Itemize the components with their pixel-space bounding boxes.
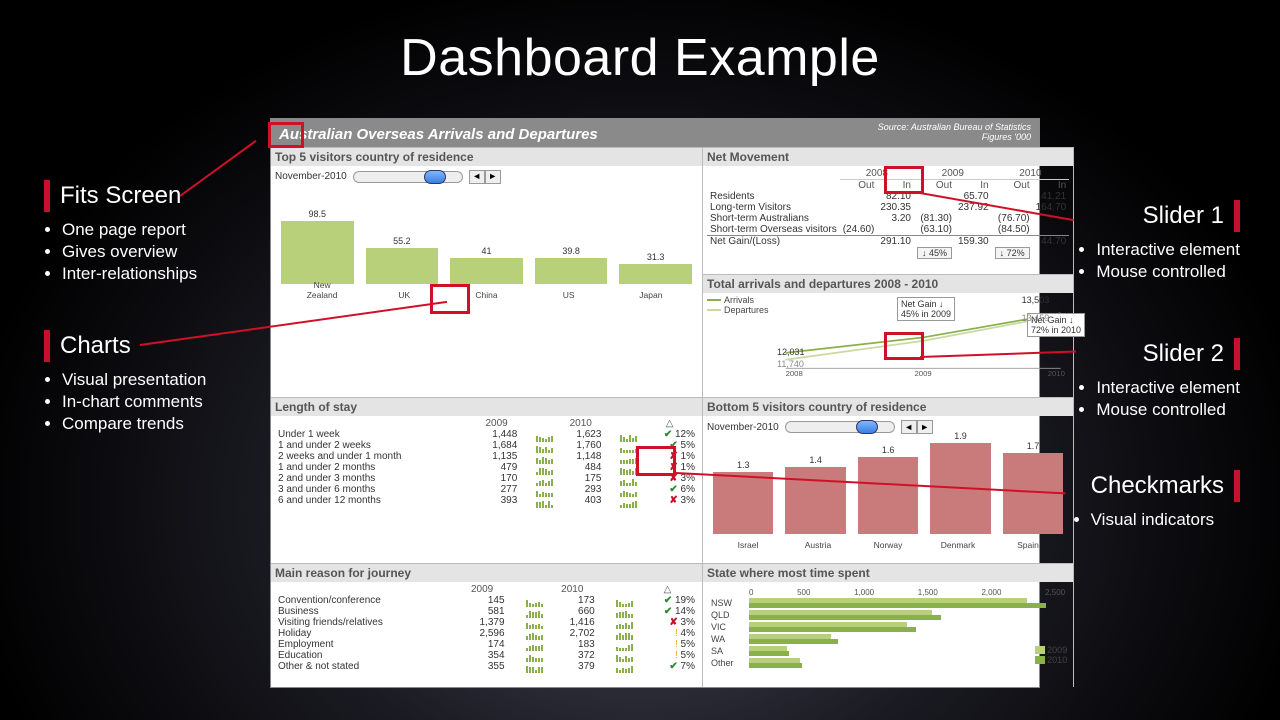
svg-text:2008: 2008 (786, 369, 803, 378)
state-legend: 2009 2010 (1035, 645, 1067, 665)
panel-net-movement: Net Movement 200820092010OutInOutInOutIn… (703, 147, 1074, 274)
bottom5-prev-button[interactable]: ◄ (901, 420, 917, 434)
dashboard-header: Australian Overseas Arrivals and Departu… (271, 119, 1039, 147)
tooltip-2009: Net Gain ↓ 45% in 2009 (897, 297, 955, 321)
annot-fits-screen: Fits Screen One page report Gives overvi… (44, 180, 197, 286)
annot-slider1: Slider 1 Interactive element Mouse contr… (1096, 200, 1240, 284)
legend-departures: Departures (707, 305, 777, 315)
bar-Spain: 1.7 (1003, 453, 1063, 535)
bottom5-chart: 1.31.41.61.91.7IsraelAustriaNorwayDenmar… (707, 438, 1069, 548)
bar-Denmark: 1.9 (930, 443, 990, 534)
bar-US: 39.8 (535, 258, 608, 283)
bar-Norway: 1.6 (858, 457, 918, 534)
bottom5-next-button[interactable]: ► (917, 420, 933, 434)
top5-month: November-2010 (275, 171, 347, 182)
panel-states: State where most time spent 05001,0001,5… (703, 563, 1074, 687)
top5-next-button[interactable]: ► (485, 170, 501, 184)
bar-UK: 55.2 (366, 248, 439, 283)
dashboard-title: Australian Overseas Arrivals and Departu… (279, 126, 598, 143)
bar-Japan: 31.3 (619, 264, 692, 284)
state-row-WA: WA (711, 633, 1065, 645)
annot-checkmarks: Checkmarks Visual indicators (1091, 470, 1240, 532)
state-row-NSW: NSW (711, 597, 1065, 609)
state-row-QLD: QLD (711, 609, 1065, 621)
panel-top5: Top 5 visitors country of residence Nove… (271, 147, 703, 398)
legend-arrivals: Arrivals (707, 295, 777, 305)
panel-total-arrivals: Total arrivals and departures 2008 - 201… (703, 274, 1074, 398)
svg-text:2009: 2009 (915, 369, 932, 378)
top5-slider[interactable] (353, 171, 463, 183)
bar-Israel: 1.3 (713, 472, 773, 534)
slide-title: Dashboard Example (0, 0, 1280, 88)
top5-chart: 98.555.24139.831.3New ZealandUKChinaUSJa… (275, 188, 698, 298)
state-row-SA: SA (711, 645, 1065, 657)
bar-New-Zealand: 98.5 (281, 221, 354, 284)
bottom5-month: November-2010 (707, 422, 779, 433)
panel-length-of-stay: Length of stay 20092010△Under 1 week1,44… (271, 397, 703, 563)
state-row-Other: Other (711, 657, 1065, 669)
svg-text:2010: 2010 (1048, 369, 1065, 378)
state-row-VIC: VIC (711, 621, 1065, 633)
annot-charts: Charts Visual presentation In-chart comm… (44, 330, 206, 436)
dashboard: Australian Overseas Arrivals and Departu… (270, 118, 1040, 688)
top5-prev-button[interactable]: ◄ (469, 170, 485, 184)
bar-Austria: 1.4 (785, 467, 845, 534)
bottom5-slider[interactable] (785, 421, 895, 433)
panel-bottom5: Bottom 5 visitors country of residence N… (703, 397, 1074, 563)
annot-slider2: Slider 2 Interactive element Mouse contr… (1096, 338, 1240, 422)
bar-China: 41 (450, 258, 523, 284)
panel-main-reason: Main reason for journey 20092010△Convent… (271, 563, 703, 687)
